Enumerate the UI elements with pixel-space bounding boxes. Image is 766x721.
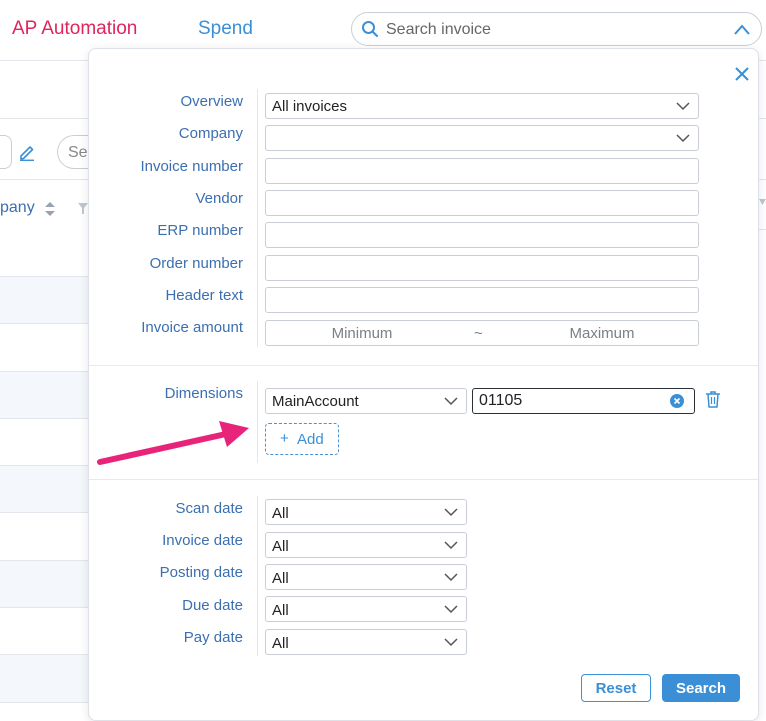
field-label-dimensions: Dimensions <box>164 385 243 402</box>
pencil-icon[interactable] <box>18 143 36 161</box>
add-dimension-button[interactable]: + Add <box>265 423 339 455</box>
field-label-overview: Overview <box>180 93 243 110</box>
amount-minimum-field[interactable]: Minimum <box>266 325 458 342</box>
chevron-up-icon[interactable] <box>733 22 751 36</box>
amount-maximum-field[interactable]: Maximum <box>506 325 698 342</box>
chevron-down-icon <box>444 508 458 517</box>
close-icon[interactable] <box>735 67 749 81</box>
table-row[interactable] <box>0 277 88 324</box>
background-divider <box>0 179 88 180</box>
clear-icon[interactable] <box>670 394 684 408</box>
column-header-company[interactable]: pany <box>0 199 35 217</box>
table-row[interactable] <box>0 466 88 513</box>
invoice-amount-range[interactable]: Minimum ~ Maximum <box>265 320 699 346</box>
dimension-type-value: MainAccount <box>272 393 359 410</box>
field-label-invoice-number: Invoice number <box>140 158 243 175</box>
section-divider <box>89 365 758 366</box>
nav-tab-ap-automation[interactable]: AP Automation <box>12 18 137 40</box>
background-control[interactable] <box>0 135 12 169</box>
table-row[interactable] <box>0 561 88 608</box>
due-date-value: All <box>272 602 289 619</box>
invoice-date-value: All <box>272 538 289 555</box>
field-label-erp-number: ERP number <box>157 222 243 239</box>
table-row[interactable] <box>0 324 88 372</box>
field-label-due-date: Due date <box>182 597 243 614</box>
header-text-field[interactable] <box>265 287 699 313</box>
dimension-value-text: 01105 <box>479 392 523 409</box>
background-search-text: Se <box>68 144 88 161</box>
overview-value: All invoices <box>272 98 348 115</box>
field-label-company: Company <box>178 125 243 142</box>
nav-tab-spend[interactable]: Spend <box>198 18 253 40</box>
posting-date-select[interactable]: All <box>265 564 467 590</box>
sort-icon[interactable] <box>44 200 56 218</box>
add-dimension-label: Add <box>297 431 324 448</box>
search-icon <box>362 21 378 37</box>
background-divider <box>0 118 88 119</box>
range-separator: ~ <box>474 325 483 342</box>
filter-icon[interactable] <box>78 203 88 215</box>
annotation-arrow <box>97 421 249 465</box>
field-label-order-number: Order number <box>149 255 243 272</box>
chevron-down-icon <box>444 638 458 647</box>
order-number-field[interactable] <box>265 255 699 281</box>
pay-date-select[interactable]: All <box>265 629 467 655</box>
field-label-pay-date: Pay date <box>183 629 243 646</box>
sort-icon <box>759 199 766 205</box>
chevron-down-icon <box>444 605 458 614</box>
field-label-scan-date: Scan date <box>175 500 243 517</box>
chevron-down-icon <box>676 102 690 111</box>
reset-button[interactable]: Reset <box>581 674 651 702</box>
invoice-search-box[interactable] <box>351 12 762 46</box>
chevron-down-icon <box>444 397 458 406</box>
posting-date-value: All <box>272 570 289 587</box>
field-label-header-text: Header text <box>165 287 243 304</box>
chevron-down-icon <box>444 541 458 550</box>
due-date-select[interactable]: All <box>265 596 467 622</box>
table-row[interactable] <box>0 229 88 277</box>
field-label-posting-date: Posting date <box>159 564 243 581</box>
overview-select[interactable]: All invoices <box>265 93 699 119</box>
field-label-invoice-amount: Invoice amount <box>141 319 243 336</box>
pay-date-value: All <box>272 635 289 652</box>
chevron-down-icon <box>676 134 690 143</box>
field-label-vendor: Vendor <box>195 190 243 207</box>
table-row[interactable] <box>0 513 88 561</box>
chevron-down-icon <box>444 573 458 582</box>
advanced-search-panel: Overview All invoices Company Invoice nu… <box>88 48 759 721</box>
scan-date-select[interactable]: All <box>265 499 467 525</box>
company-select[interactable] <box>265 125 699 151</box>
dimension-type-select[interactable]: MainAccount <box>265 388 467 414</box>
table-row[interactable] <box>0 608 88 655</box>
table-row[interactable] <box>0 372 88 419</box>
table-row[interactable] <box>0 419 88 466</box>
scan-date-value: All <box>272 505 289 522</box>
search-button[interactable]: Search <box>662 674 740 702</box>
trash-icon[interactable] <box>705 390 721 408</box>
table-row[interactable] <box>0 655 88 703</box>
erp-number-field[interactable] <box>265 222 699 248</box>
label-divider <box>257 89 258 347</box>
label-divider <box>257 496 258 656</box>
label-divider <box>257 381 258 463</box>
section-divider <box>89 479 758 480</box>
dimension-value-input[interactable]: 01105 <box>472 388 695 414</box>
plus-icon: + <box>280 430 289 447</box>
vendor-field[interactable] <box>265 190 699 216</box>
invoice-number-field[interactable] <box>265 158 699 184</box>
search-input[interactable] <box>386 19 706 41</box>
field-label-invoice-date: Invoice date <box>162 532 243 549</box>
invoice-date-select[interactable]: All <box>265 532 467 558</box>
